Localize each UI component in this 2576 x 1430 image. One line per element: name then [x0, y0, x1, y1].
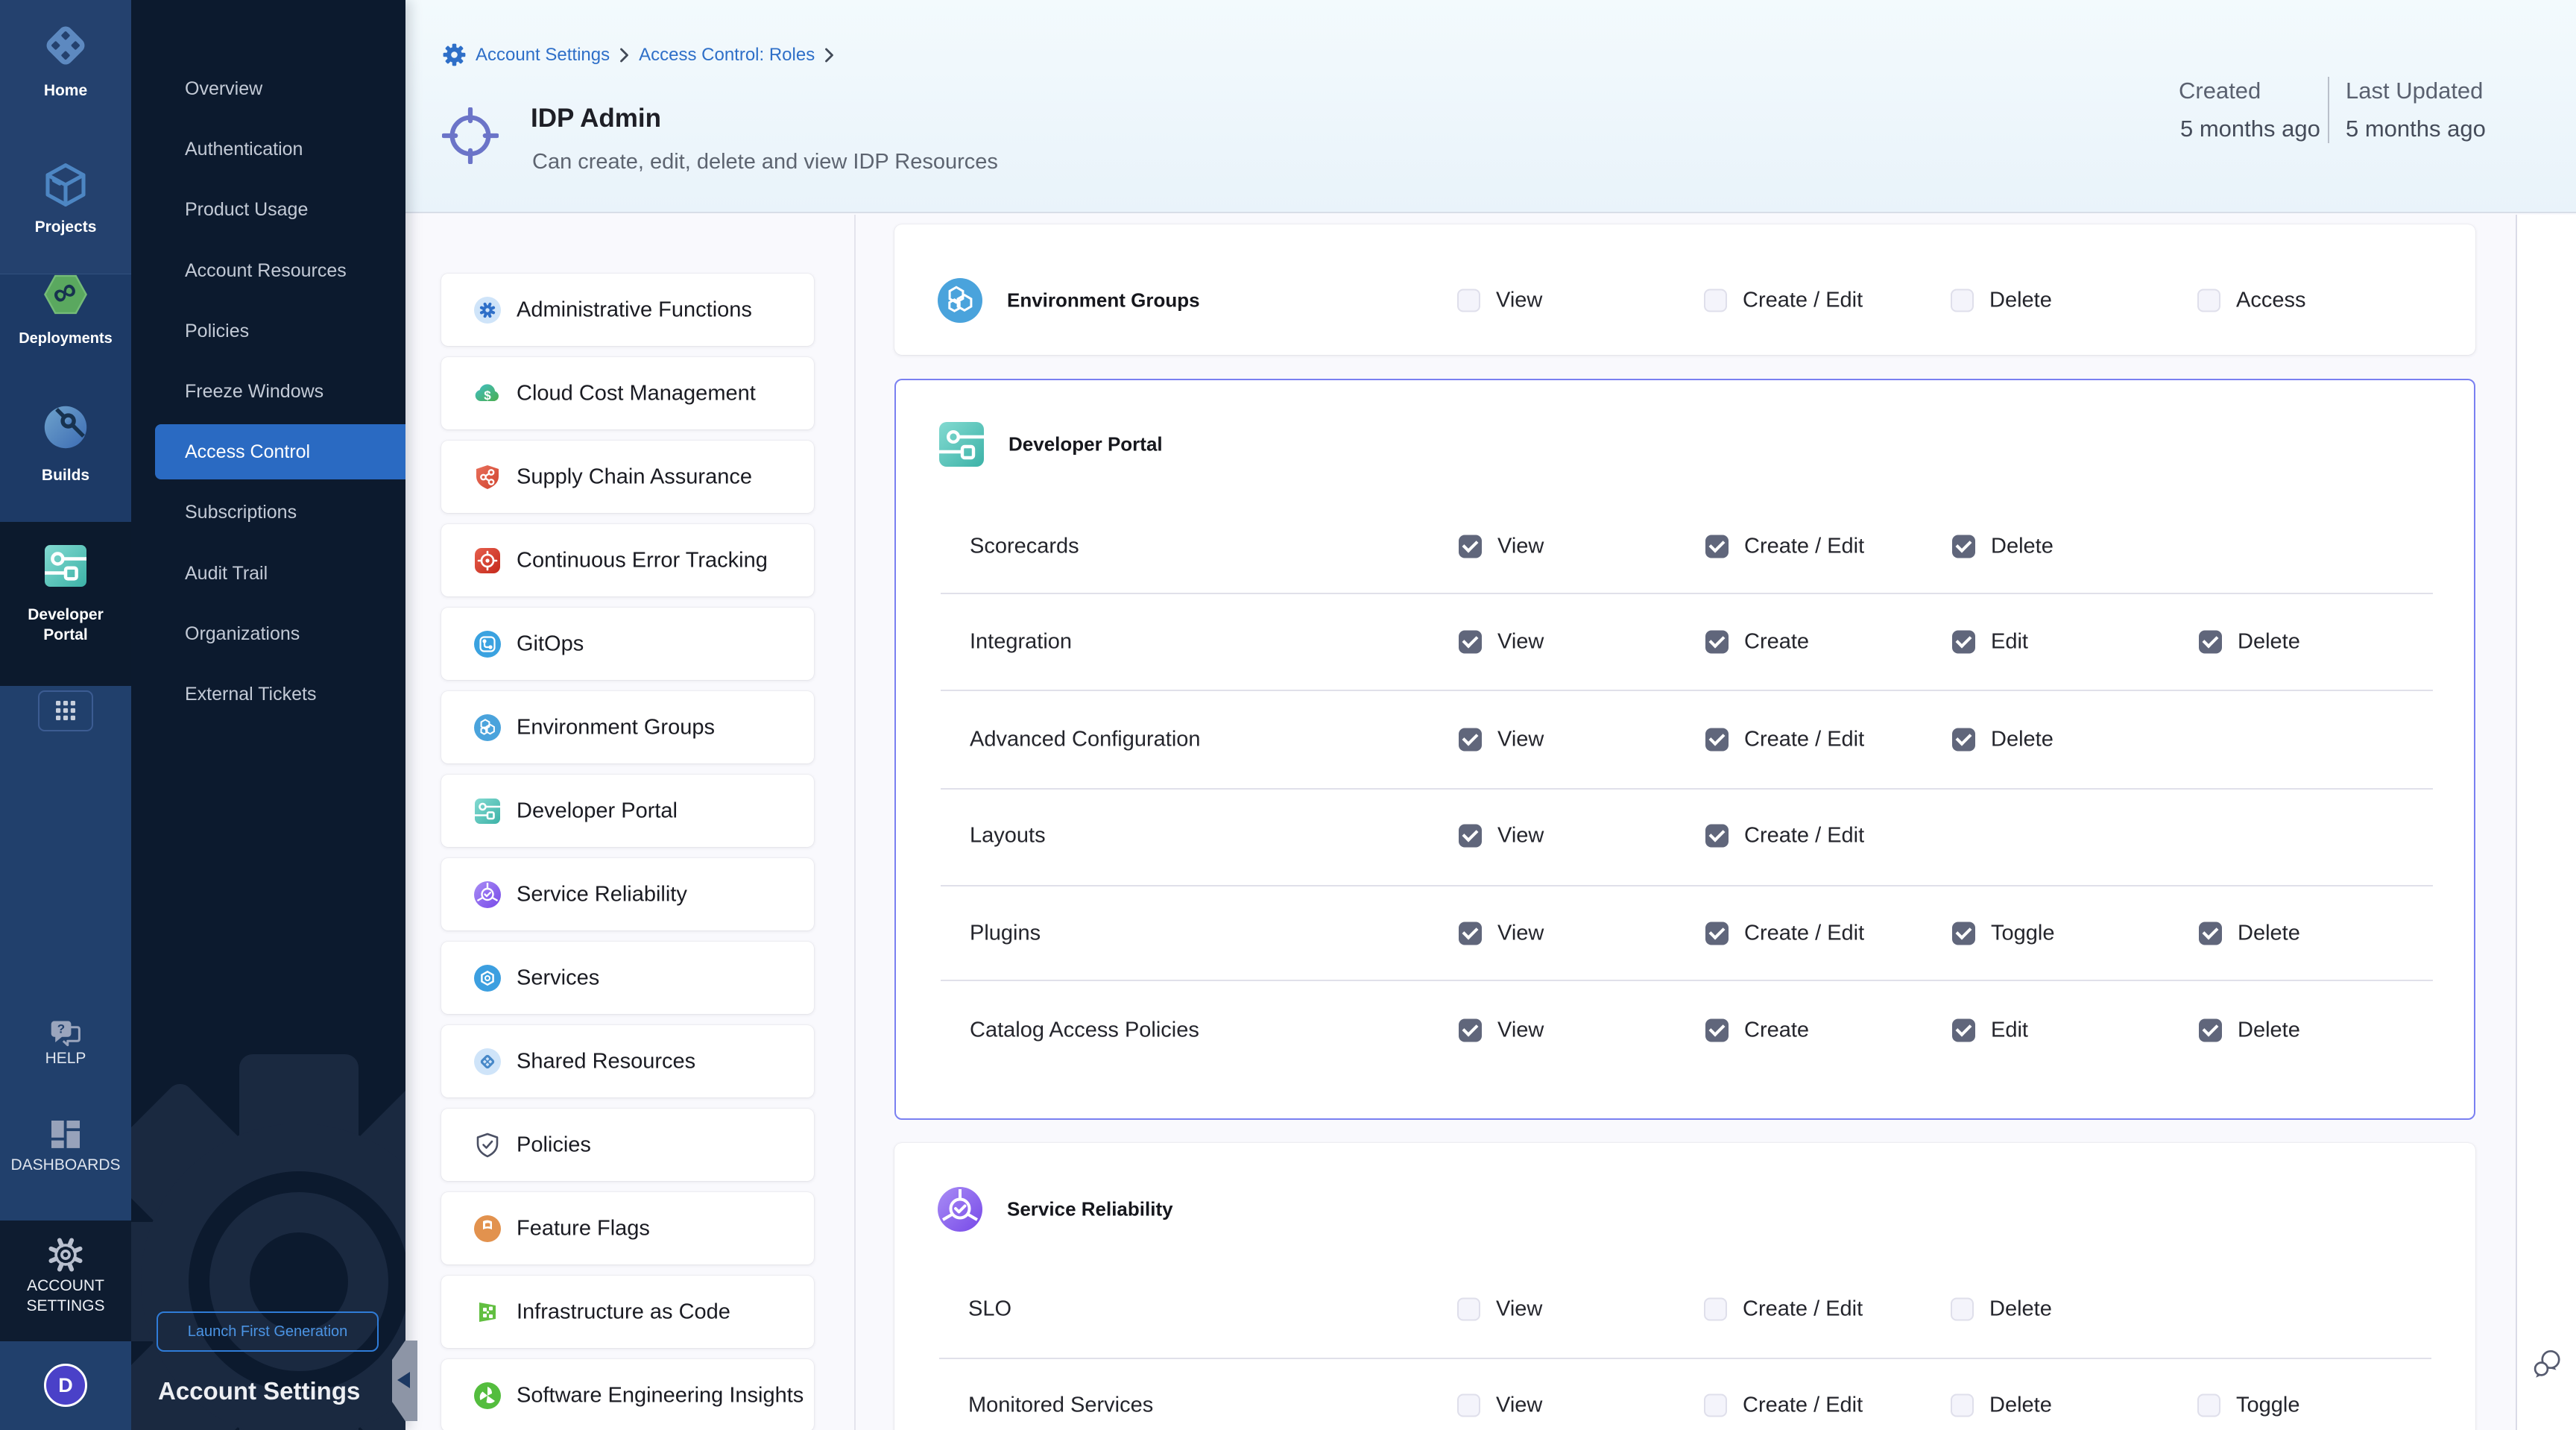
- svg-text:?: ?: [57, 1022, 65, 1036]
- svg-text:$: $: [484, 388, 491, 403]
